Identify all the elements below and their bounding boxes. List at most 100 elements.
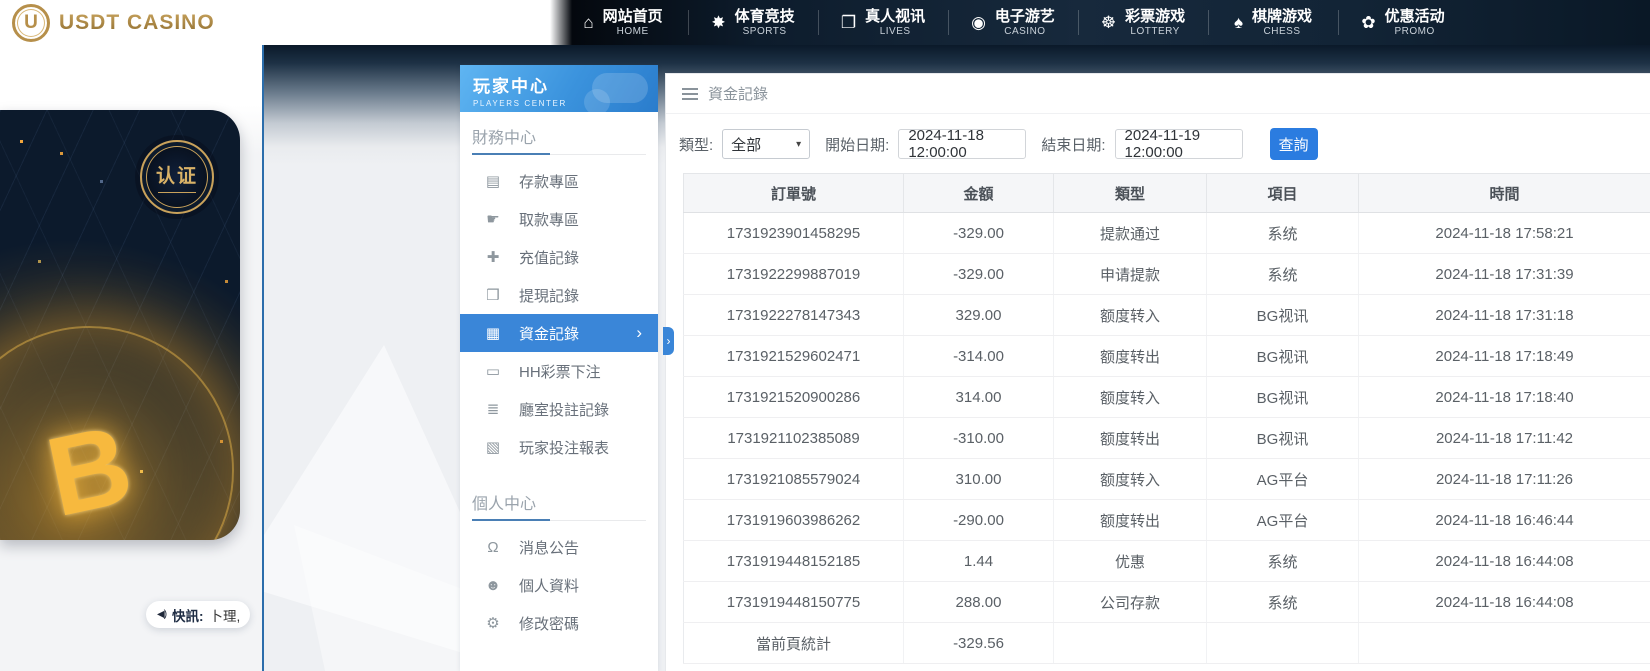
lottery-balls-icon: ☸ xyxy=(1101,14,1116,31)
nav-label-en: PROMO xyxy=(1394,26,1434,38)
type-select[interactable]: 全部 ▾ xyxy=(722,129,810,159)
nav-label-zh: 真人视讯 xyxy=(865,8,925,25)
sidebar-item[interactable]: ▤ 存款專區 xyxy=(460,162,658,200)
person-icon: ☻ xyxy=(484,578,502,593)
column-header: 金額 xyxy=(904,174,1054,213)
nav-item[interactable]: ✸ 体育竞技 SPORTS xyxy=(688,0,818,45)
sidebar-item[interactable]: ▧ 玩家投注報表 xyxy=(460,428,658,466)
main-area: 玩家中心 PLAYERS CENTER 財務中心 ▤ 存款專區 ☛ 取款專區 ✚… xyxy=(262,45,1650,671)
sidebar-item[interactable]: ☛ 取款專區 xyxy=(460,200,658,238)
sidebar-item[interactable]: ▦ 資金記錄 xyxy=(460,314,658,352)
roulette-icon: ◉ xyxy=(971,14,986,31)
cell-order-no: 1731921085579024 xyxy=(684,459,904,500)
nav-item[interactable]: ☸ 彩票游戏 LOTTERY xyxy=(1078,0,1208,45)
cell-order-no: 1731919603986262 xyxy=(684,500,904,541)
table-row: 1731919448150775 288.00 公司存款 系统 2024-11-… xyxy=(684,582,1650,623)
section-heading-personal: 個人中心 xyxy=(472,490,646,521)
table-row: 1731921520900286 314.00 额度转入 BG视讯 2024-1… xyxy=(684,377,1650,418)
sidebar-item[interactable]: ✚ 充值記錄 xyxy=(460,238,658,276)
ticker-label: 快訊: xyxy=(172,605,204,625)
news-ticker: ◀) 快訊: 卜理, xyxy=(146,601,250,628)
end-date-input[interactable]: 2024-11-19 12:00:00 xyxy=(1115,129,1243,159)
sidebar-item[interactable]: ⚙ 修改密碼 xyxy=(460,604,658,642)
sidebar-item-label: 修改密碼 xyxy=(519,613,579,634)
cell-time: 2024-11-18 17:11:26 xyxy=(1359,459,1650,500)
table-row: 1731922299887019 -329.00 申请提款 系统 2024-11… xyxy=(684,254,1650,295)
left-panel: B 认证 ◀) 快訊: 卜理, xyxy=(0,45,262,671)
table-row: 1731921085579024 310.00 额度转入 AG平台 2024-1… xyxy=(684,459,1650,500)
summary-amount: -329.56 xyxy=(904,623,1054,664)
table-body: 1731923901458295 -329.00 提款通过 系统 2024-11… xyxy=(684,213,1650,623)
bet-list-icon: ≣ xyxy=(484,402,502,417)
sidebar-subtitle: PLAYERS CENTER xyxy=(473,99,658,108)
table-row: 1731921102385089 -310.00 额度转出 BG视讯 2024-… xyxy=(684,418,1650,459)
wallet-icon: ❒ xyxy=(484,288,502,303)
sidebar-item[interactable]: ❒ 提現記錄 xyxy=(460,276,658,314)
table-row: 1731922278147343 329.00 额度转入 BG视讯 2024-1… xyxy=(684,295,1650,336)
spade-icon: ♠ xyxy=(1234,14,1243,31)
nav-item[interactable]: ⌂ 网站首页 HOME xyxy=(558,0,688,45)
sidebar-collapse-handle[interactable]: › xyxy=(663,327,674,355)
start-date-label: 開始日期: xyxy=(825,134,889,155)
home-icon: ⌂ xyxy=(583,14,593,31)
table-row: 1731919603986262 -290.00 额度转出 AG平台 2024-… xyxy=(684,500,1650,541)
funds-record-table: 訂單號金額類型項目時間 1731923901458295 -329.00 提款通… xyxy=(683,173,1650,664)
nav-label-en: CHESS xyxy=(1264,26,1301,38)
finance-menu: ▤ 存款專區 ☛ 取款專區 ✚ 充值記錄 ❒ 提現記錄 xyxy=(460,155,658,468)
cell-type: 额度转入 xyxy=(1054,377,1207,418)
playing-cards-icon: ❐ xyxy=(841,14,856,31)
sidebar-item-label: 個人資料 xyxy=(519,575,579,596)
nav-label-en: CASINO xyxy=(1004,26,1045,38)
brand-logo[interactable]: U USDT CASINO xyxy=(12,2,215,43)
nav-label-zh: 棋牌游戏 xyxy=(1252,8,1312,25)
nav-label-en: SPORTS xyxy=(743,26,787,38)
content-panel: 資金記錄 類型: 全部 ▾ 開始日期: 2024-11-18 12:00:00 … xyxy=(665,73,1650,671)
nav-label-zh: 优惠活动 xyxy=(1385,8,1445,25)
sidebar-item[interactable]: Ω 消息公告 xyxy=(460,528,658,566)
cell-type: 优惠 xyxy=(1054,541,1207,582)
column-header: 項目 xyxy=(1207,174,1359,213)
cell-order-no: 1731919448150775 xyxy=(684,582,904,623)
cell-amount: 314.00 xyxy=(904,377,1054,418)
cell-order-no: 1731922278147343 xyxy=(684,295,904,336)
ticker-message: 卜理, xyxy=(210,605,241,625)
cell-type: 额度转出 xyxy=(1054,418,1207,459)
summary-row: 當前頁統計 -329.56 xyxy=(684,623,1650,664)
nav-item[interactable]: ◉ 电子游艺 CASINO xyxy=(948,0,1078,45)
certified-badge: 认证 xyxy=(140,140,214,214)
personal-menu: Ω 消息公告 ☻ 個人資料 ⚙ 修改密碼 xyxy=(460,521,658,644)
nav-item[interactable]: ❐ 真人视讯 LIVES xyxy=(818,0,948,45)
cell-amount: -314.00 xyxy=(904,336,1054,377)
cell-type: 公司存款 xyxy=(1054,582,1207,623)
cell-item: BG视讯 xyxy=(1207,295,1359,336)
nav-item[interactable]: ✿ 优惠活动 PROMO xyxy=(1338,0,1468,45)
cell-amount: 329.00 xyxy=(904,295,1054,336)
sidebar-item-label: 資金記錄 xyxy=(519,323,579,344)
breadcrumb: 資金記錄 xyxy=(666,74,1650,114)
end-date-label: 結束日期: xyxy=(1041,134,1105,155)
sidebar-item[interactable]: ▭ HH彩票下注 xyxy=(460,352,658,390)
sidebar-item[interactable]: ☻ 個人資料 xyxy=(460,566,658,604)
type-filter-label: 類型: xyxy=(679,134,713,155)
summary-label: 當前頁統計 xyxy=(684,623,904,664)
search-button[interactable]: 查詢 xyxy=(1270,128,1318,160)
nav-item[interactable]: ♠ 棋牌游戏 CHESS xyxy=(1208,0,1338,45)
funds-record-icon: ▦ xyxy=(484,326,502,341)
recharge-bag-icon: ✚ xyxy=(484,250,502,265)
nav-label-en: LIVES xyxy=(880,26,911,38)
sidebar-item[interactable]: ≣ 廳室投註記錄 xyxy=(460,390,658,428)
sidebar-header: 玩家中心 PLAYERS CENTER xyxy=(460,65,658,112)
sidebar-title: 玩家中心 xyxy=(473,72,658,97)
cell-time: 2024-11-18 17:58:21 xyxy=(1359,213,1650,254)
chevron-down-icon: ▾ xyxy=(796,139,801,150)
sidebar-item-label: 存款專區 xyxy=(519,171,579,192)
cell-order-no: 1731923901458295 xyxy=(684,213,904,254)
bitcoin-banner: B 认证 xyxy=(0,110,240,540)
sidebar-item-label: 廳室投註記錄 xyxy=(519,399,609,420)
start-date-input[interactable]: 2024-11-18 12:00:00 xyxy=(898,129,1026,159)
cell-item: 系统 xyxy=(1207,541,1359,582)
menu-toggle-icon[interactable] xyxy=(682,88,698,100)
top-bar: U USDT CASINO ⌂ 网站首页 HOME ✸ 体育竞技 SPORTS xyxy=(0,0,1650,45)
brand-logo-icon: U xyxy=(12,4,50,42)
bitcoin-coin-graphic: B xyxy=(0,326,234,540)
